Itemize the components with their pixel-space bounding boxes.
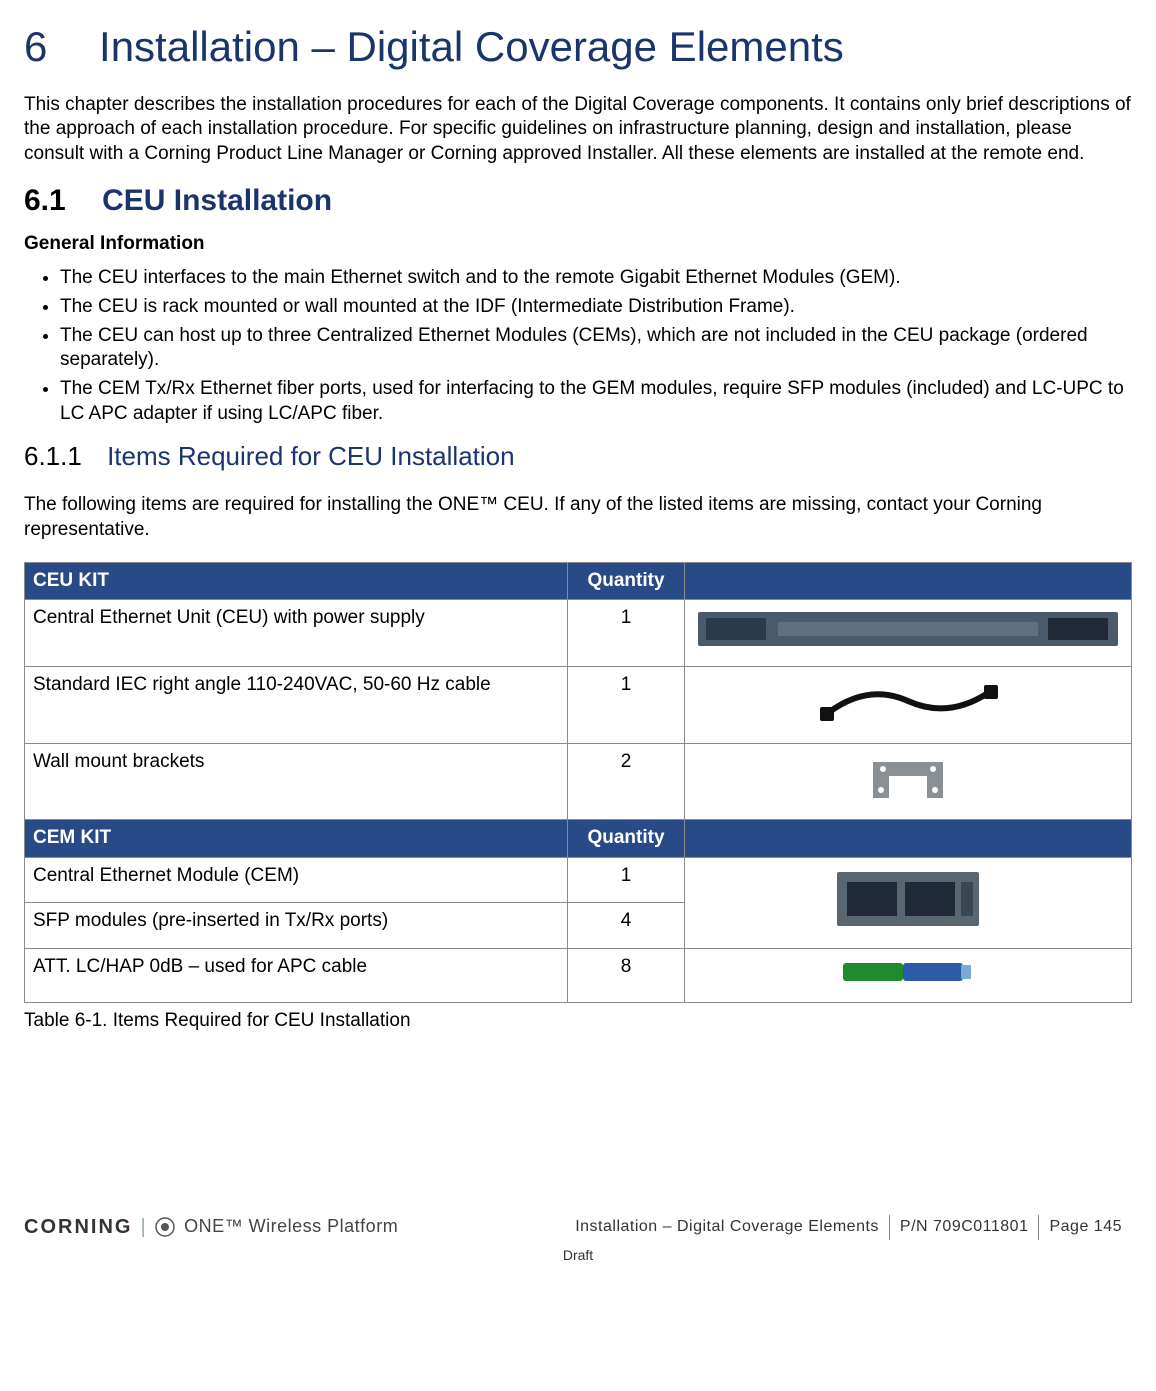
col-qty: Quantity: [568, 820, 685, 858]
col-image: [685, 562, 1132, 600]
footer-meta: Installation – Digital Coverage Elements…: [575, 1215, 1132, 1240]
one-logo-icon: [154, 1216, 176, 1238]
subsection-lead: The following items are required for ins…: [24, 493, 1132, 542]
brand-name: CORNING: [24, 1214, 132, 1240]
lc-adapter-icon: [843, 955, 973, 989]
footer-doc-title: Installation – Digital Coverage Elements: [575, 1215, 889, 1240]
general-info-list: The CEU interfaces to the main Ethernet …: [24, 266, 1132, 426]
table-row: ATT. LC/HAP 0dB – used for APC cable 8: [25, 948, 1132, 1003]
footer-page: Page 145: [1038, 1215, 1132, 1240]
cell-item: Central Ethernet Module (CEM): [25, 858, 568, 903]
footer-pn: P/N 709C011801: [889, 1215, 1039, 1240]
list-item: The CEM Tx/Rx Ethernet fiber ports, used…: [60, 377, 1132, 426]
subsection-number: 6.1.1: [24, 441, 82, 471]
cell-qty: 8: [568, 948, 685, 1003]
page-footer: CORNING | ONE™ Wireless Platform Install…: [24, 1214, 1132, 1264]
cell-qty: 2: [568, 743, 685, 820]
table-row: Central Ethernet Module (CEM) 1: [25, 858, 1132, 903]
draft-label: Draft: [24, 1246, 1132, 1264]
cell-item: Standard IEC right angle 110-240VAC, 50-…: [25, 667, 568, 744]
power-cable-icon: [808, 673, 1008, 729]
bracket-icon: [863, 750, 953, 806]
chapter-number: 6: [24, 23, 47, 70]
platform-name: ONE™ Wireless Platform: [184, 1215, 398, 1238]
table-caption: Table 6-1. Items Required for CEU Instal…: [24, 1009, 1132, 1034]
cell-image: [685, 858, 1132, 949]
chapter-intro: This chapter describes the installation …: [24, 93, 1132, 167]
list-item: The CEU can host up to three Centralized…: [60, 324, 1132, 373]
cell-item: Wall mount brackets: [25, 743, 568, 820]
subsection-6-1-1-heading: 6.1.1 Items Required for CEU Installatio…: [24, 440, 1132, 474]
cell-qty: 4: [568, 903, 685, 948]
section-6-1-heading: 6.1 CEU Installation: [24, 181, 1132, 220]
cell-image: [685, 600, 1132, 667]
table-row: Central Ethernet Unit (CEU) with power s…: [25, 600, 1132, 667]
table-row: Standard IEC right angle 110-240VAC, 50-…: [25, 667, 1132, 744]
section-title: CEU Installation: [102, 184, 332, 217]
ceu-kit-table: CEU KIT Quantity Central Ethernet Unit (…: [24, 562, 1132, 1004]
subsection-title: Items Required for CEU Installation: [107, 441, 515, 471]
cell-item: ATT. LC/HAP 0dB – used for APC cable: [25, 948, 568, 1003]
cell-image: [685, 948, 1132, 1003]
ceu-device-icon: [698, 606, 1118, 652]
chapter-heading: 6 Installation – Digital Coverage Elemen…: [24, 20, 1132, 75]
section-number: 6.1: [24, 184, 66, 217]
cem-module-icon: [833, 864, 983, 934]
cell-item: Central Ethernet Unit (CEU) with power s…: [25, 600, 568, 667]
cell-item: SFP modules (pre-inserted in Tx/Rx ports…: [25, 903, 568, 948]
cell-image: [685, 667, 1132, 744]
cell-qty: 1: [568, 858, 685, 903]
col-image: [685, 820, 1132, 858]
cell-image: [685, 743, 1132, 820]
list-item: The CEU is rack mounted or wall mounted …: [60, 295, 1132, 320]
chapter-title: Installation – Digital Coverage Elements: [99, 23, 844, 70]
table-header-row: CEM KIT Quantity: [25, 820, 1132, 858]
cell-qty: 1: [568, 667, 685, 744]
col-item: CEU KIT: [25, 562, 568, 600]
table-row: Wall mount brackets 2: [25, 743, 1132, 820]
general-info-subhead: General Information: [24, 232, 1132, 257]
table-header-row: CEU KIT Quantity: [25, 562, 1132, 600]
col-item: CEM KIT: [25, 820, 568, 858]
cell-qty: 1: [568, 600, 685, 667]
footer-brand-block: CORNING | ONE™ Wireless Platform: [24, 1214, 398, 1240]
list-item: The CEU interfaces to the main Ethernet …: [60, 266, 1132, 291]
col-qty: Quantity: [568, 562, 685, 600]
separator-icon: |: [140, 1214, 146, 1240]
